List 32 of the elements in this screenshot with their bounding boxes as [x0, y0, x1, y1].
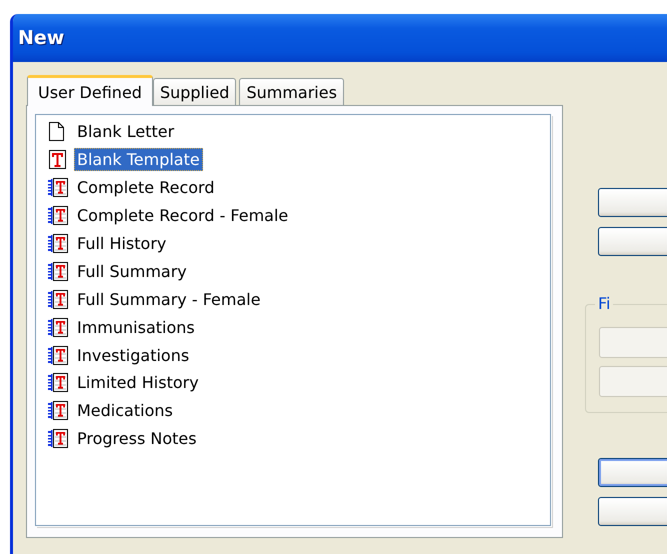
list-item[interactable]: Full Summary - Female — [74, 288, 264, 311]
tab[interactable]: Summaries — [239, 78, 344, 105]
tab[interactable]: Supplied — [152, 78, 236, 105]
template-list-icon — [48, 177, 68, 198]
list-item[interactable]: Immunisations — [74, 316, 198, 339]
list-item[interactable]: Complete Record — [74, 176, 218, 200]
list-item[interactable]: Blank Letter — [74, 120, 178, 144]
list-item[interactable]: Medications — [74, 399, 176, 422]
button[interactable] — [598, 458, 667, 487]
template-list-icon — [48, 400, 68, 422]
template-list-icon — [48, 428, 68, 450]
template-icon — [48, 149, 68, 170]
list-item[interactable]: Progress Notes — [74, 427, 200, 450]
template-list[interactable]: Blank Letter Blank Template Complete Record Complete Record - Female Full History Full Summary Full Summary - Female Immunisations Investigations Limited History Medications Progress Notes — [35, 114, 551, 526]
list-item[interactable]: Full Summary — [74, 260, 190, 283]
tab[interactable]: User Defined — [27, 75, 153, 106]
button[interactable] — [598, 497, 667, 526]
template-list-icon — [48, 205, 68, 226]
list-item[interactable]: Full History — [74, 232, 170, 255]
template-list-icon — [48, 372, 68, 394]
template-list-icon — [48, 344, 68, 366]
list-item[interactable]: Blank Template — [74, 148, 203, 172]
template-list-icon — [48, 233, 68, 254]
list-item[interactable]: Investigations — [74, 344, 192, 367]
window-title: New — [18, 27, 64, 49]
list-item[interactable]: Complete Record - Female — [74, 204, 292, 228]
button[interactable] — [598, 188, 667, 217]
list-item[interactable]: Limited History — [74, 371, 202, 394]
button[interactable] — [598, 227, 667, 256]
template-list-icon — [48, 260, 68, 282]
template-list-icon — [48, 316, 68, 338]
template-list-icon — [48, 288, 68, 310]
